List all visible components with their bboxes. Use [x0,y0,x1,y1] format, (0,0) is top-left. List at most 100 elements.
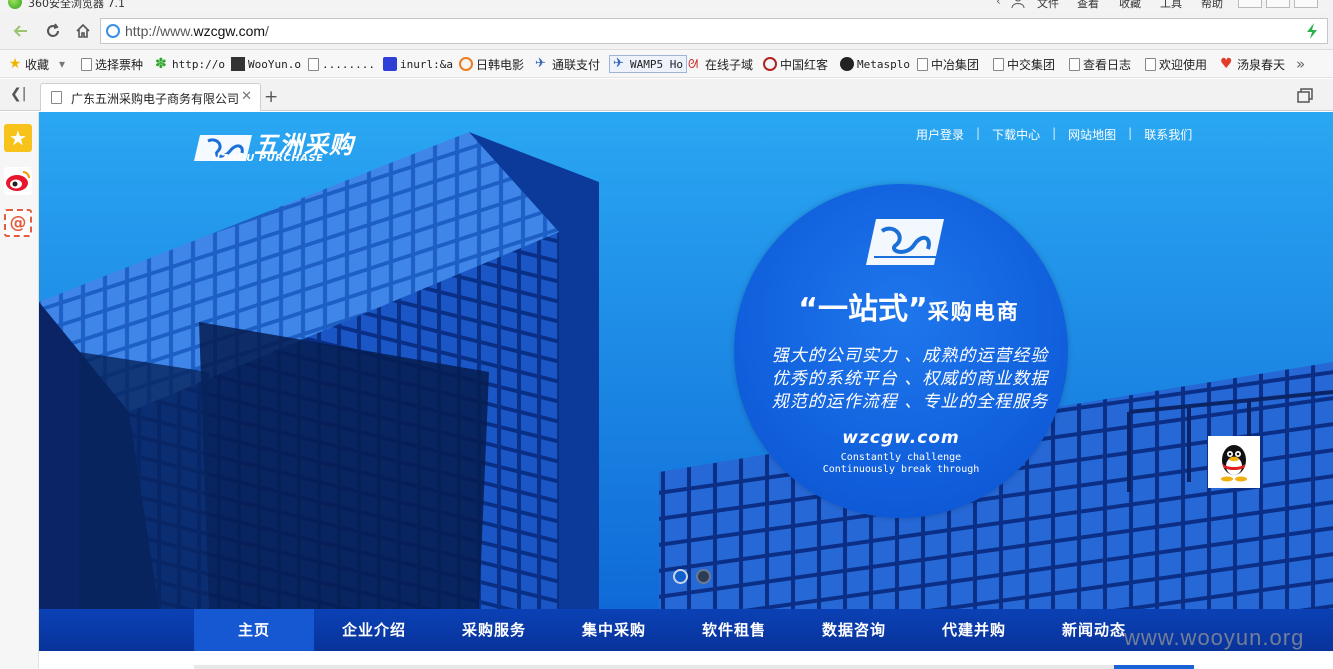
web-page: 五洲采购 UZHOU PURCHASE 用户登录 | 下载中心 | 网站地图 |… [39,112,1333,669]
bookmark-item[interactable]: inurl:&a [383,55,453,73]
link-downloads[interactable]: 下载中心 [992,126,1040,142]
hero-tagline: Continuously break through [822,464,980,475]
bookmark-item[interactable]: ✈ WAMP5 Ho [609,55,687,73]
divider: | [976,126,981,140]
nav-data-consulting[interactable]: 数据咨询 [794,609,914,651]
bookmarks-bar: ★ 收藏 ▾ 选择票种 ✽ http://o WooYun.o ........ in… [0,50,1333,78]
link-login[interactable]: 用户登录 [916,126,964,142]
hacker-icon [763,57,777,71]
bookmark-item[interactable]: WooYun.o [231,55,301,73]
maximize-button[interactable] [1266,0,1290,8]
address-toolbar: http://www.wzcgw.com/ [0,12,1333,50]
bookmark-item[interactable]: 查看日志 [1069,55,1131,73]
new-tab-button[interactable]: + [264,87,278,107]
tab-restore-icon[interactable] [1297,88,1313,104]
divider: | [1052,126,1057,140]
menu-arrow-icon[interactable]: ‹ [996,0,1001,8]
tab-active[interactable]: 广东五洲采购电子商务有限公司 ✕ [40,83,261,111]
menu-favorites[interactable]: 收藏 [1119,0,1141,11]
sidebar-favorites-button[interactable]: ★ [4,124,32,152]
close-icon[interactable]: ✕ [241,89,252,104]
nav-purchase-service[interactable]: 采购服务 [434,609,554,651]
restore-button[interactable] [1294,0,1318,8]
lightning-icon[interactable] [1305,22,1319,40]
hero-site-name: wzcgw.com [842,428,960,448]
refresh-button[interactable] [40,19,66,43]
minimize-button[interactable] [1238,0,1262,8]
page-icon [1069,57,1080,71]
globe-icon [106,24,120,38]
bookmark-item[interactable]: ✽ http://o [155,55,225,73]
hero-tagline: Constantly challenge [840,452,962,463]
page-icon [308,57,319,71]
bookmark-item[interactable]: Metasplo [840,55,910,73]
menu-tools[interactable]: 工具 [1160,0,1182,11]
sidebar-weibo-button[interactable] [4,167,32,195]
plane-icon: ✈ [535,56,546,71]
qq-chat-button[interactable] [1208,436,1260,488]
menu-help[interactable]: 帮助 [1201,0,1223,11]
window-title-bar: 360安全浏览器 7.1 ‹ 文件 查看 收藏 工具 帮助 [0,0,1333,12]
site-logo[interactable]: 五洲采购 UZHOU PURCHASE [194,125,364,169]
divider [1114,665,1194,669]
browser-logo-icon [8,0,22,9]
nav-centralized-purchase[interactable]: 集中采购 [554,609,674,651]
globe-emblem-icon [866,219,944,265]
page-content-start [39,651,1333,669]
menu-view[interactable]: 查看 [1077,0,1099,11]
bookmark-item[interactable]: 选择票种 [81,55,143,73]
back-button[interactable] [8,19,34,43]
bookmark-item[interactable]: 中冶集团 [917,55,979,73]
buildings-image [39,112,1333,609]
tab-title: 广东五洲采购电子商务有限公司 [71,92,240,106]
hero-line: 强大的公司实力 、成熟的运营经验 [771,346,1049,366]
tab-bar: ❮| 广东五洲采购电子商务有限公司 ✕ + [0,79,1333,111]
sidebar-mail-button[interactable]: @ [4,209,32,237]
user-icon[interactable] [1011,0,1025,8]
divider [194,665,1134,669]
bookmark-item[interactable]: ᘛ 在线子域 [688,55,753,73]
nav-home[interactable]: 主页 [194,609,314,651]
bookmark-item[interactable]: 日韩电影 [459,55,524,73]
slide-dot-1[interactable] [673,569,688,584]
hero-banner[interactable]: 五洲采购 UZHOU PURCHASE 用户登录 | 下载中心 | 网站地图 |… [39,112,1333,609]
page-icon [917,57,928,71]
bookmark-item[interactable]: 中交集团 [993,55,1055,73]
qq-penguin-icon [1221,445,1247,482]
gear-green-icon: ✽ [155,56,167,72]
window-title: 360安全浏览器 7.1 [28,0,125,10]
link-sitemap[interactable]: 网站地图 [1068,126,1116,142]
page-icon [81,57,92,71]
more-bookmarks-button[interactable]: » [1296,55,1305,73]
page-icon [51,91,62,104]
nav-mergers[interactable]: 代建并购 [914,609,1034,651]
heart-icon: ♥ [1220,56,1233,72]
top-links: 用户登录 | 下载中心 | 网站地图 | 联系我们 [916,126,1192,142]
home-button[interactable] [70,19,96,43]
url-input[interactable]: http://www.wzcgw.com/ [100,18,1328,44]
arrow-left-icon [13,25,27,37]
hero-line: 优秀的系统平台 、权威的商业数据 [771,369,1049,389]
browser-sidebar: ★ @ [0,112,39,669]
logo-english: UZHOU PURCHASE [212,153,324,164]
nav-about[interactable]: 企业介绍 [314,609,434,651]
bookmark-item[interactable]: 中国红客 [763,55,828,73]
slogan-circle: “一站式”采购电商 强大的公司实力 、成熟的运营经验 优秀的系统平台 、权威的商… [734,184,1068,518]
refresh-icon [47,23,59,37]
play-icon [459,57,473,71]
tab-list-back-icon[interactable]: ❮| [10,86,26,102]
bookmark-item[interactable]: ........ [308,55,375,73]
bookmark-item[interactable]: ♥ 汤泉春天 [1220,55,1285,73]
slide-dot-2[interactable] [696,569,711,584]
link-contact[interactable]: 联系我们 [1144,126,1192,142]
menu-file[interactable]: 文件 [1037,0,1059,11]
hero-line: 规范的运作流程 、专业的全程服务 [771,392,1049,412]
bookmark-favorites[interactable]: ★ 收藏 ▾ [8,55,65,73]
weibo-icon [6,171,30,191]
nav-software[interactable]: 软件租售 [674,609,794,651]
page-icon [1145,57,1156,71]
star-icon: ★ [8,56,22,72]
bookmark-item[interactable]: ✈ 通联支付 [535,55,600,73]
bookmark-item[interactable]: 欢迎使用 [1145,55,1207,73]
star-icon: ★ [9,126,27,150]
